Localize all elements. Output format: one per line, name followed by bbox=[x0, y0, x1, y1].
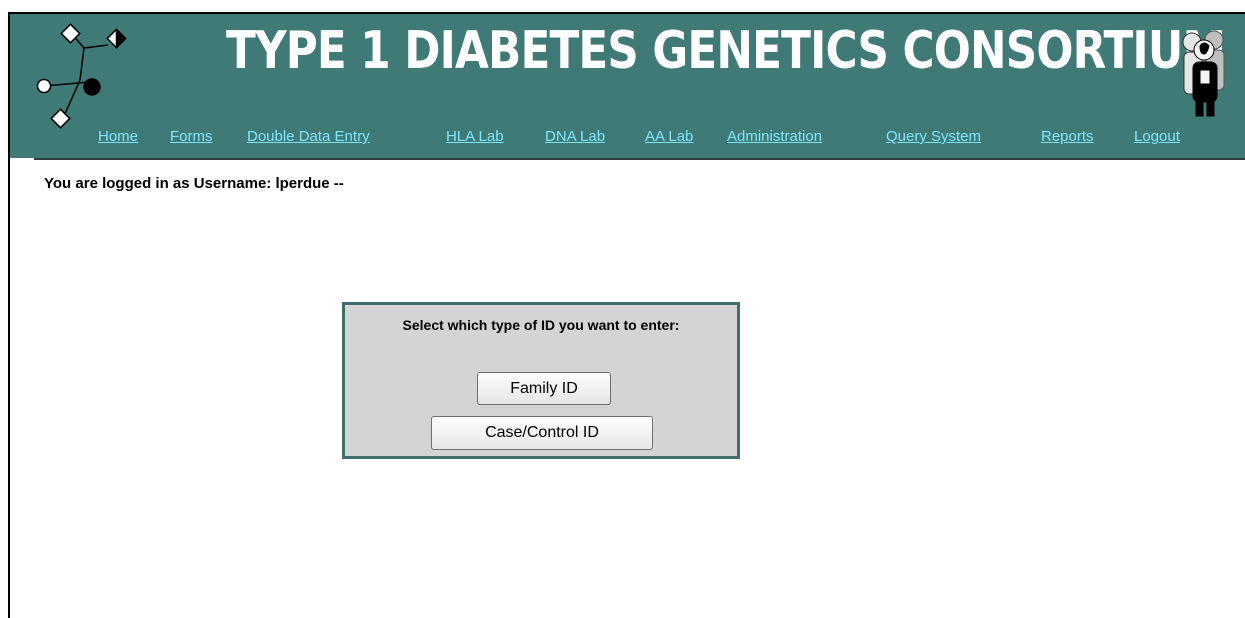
nav-reports-link[interactable]: Reports bbox=[1041, 126, 1094, 148]
nav-aa-lab-link[interactable]: AA Lab bbox=[645, 126, 693, 148]
nav-double-data-entry-link[interactable]: Double Data Entry bbox=[247, 126, 370, 148]
main-nav: Home Forms Double Data Entry HLA Lab DNA… bbox=[0, 126, 1245, 148]
nav-query-system-link[interactable]: Query System bbox=[886, 126, 981, 148]
pedigree-icon bbox=[36, 23, 127, 129]
nav-hla-lab-link[interactable]: HLA Lab bbox=[446, 126, 504, 148]
page-title: TYPE 1 DIABETES GENETICS CONSORTIUM bbox=[226, 21, 1226, 81]
logged-in-status: You are logged in as Username: lperdue -… bbox=[44, 175, 344, 192]
id-type-prompt: Select which type of ID you want to ente… bbox=[402, 317, 680, 333]
nav-administration-link[interactable]: Administration bbox=[727, 126, 822, 148]
people-group-icon bbox=[1182, 30, 1225, 117]
nav-home-link[interactable]: Home bbox=[98, 126, 138, 148]
nav-dna-lab-link[interactable]: DNA Lab bbox=[545, 126, 605, 148]
case-control-id-button[interactable]: Case/Control ID bbox=[431, 416, 653, 450]
id-type-selection-panel: Select which type of ID you want to ente… bbox=[342, 302, 740, 459]
nav-logout-link[interactable]: Logout bbox=[1134, 126, 1180, 148]
header-divider bbox=[34, 158, 1245, 160]
nav-forms-link[interactable]: Forms bbox=[170, 126, 213, 148]
family-id-button[interactable]: Family ID bbox=[477, 372, 611, 405]
